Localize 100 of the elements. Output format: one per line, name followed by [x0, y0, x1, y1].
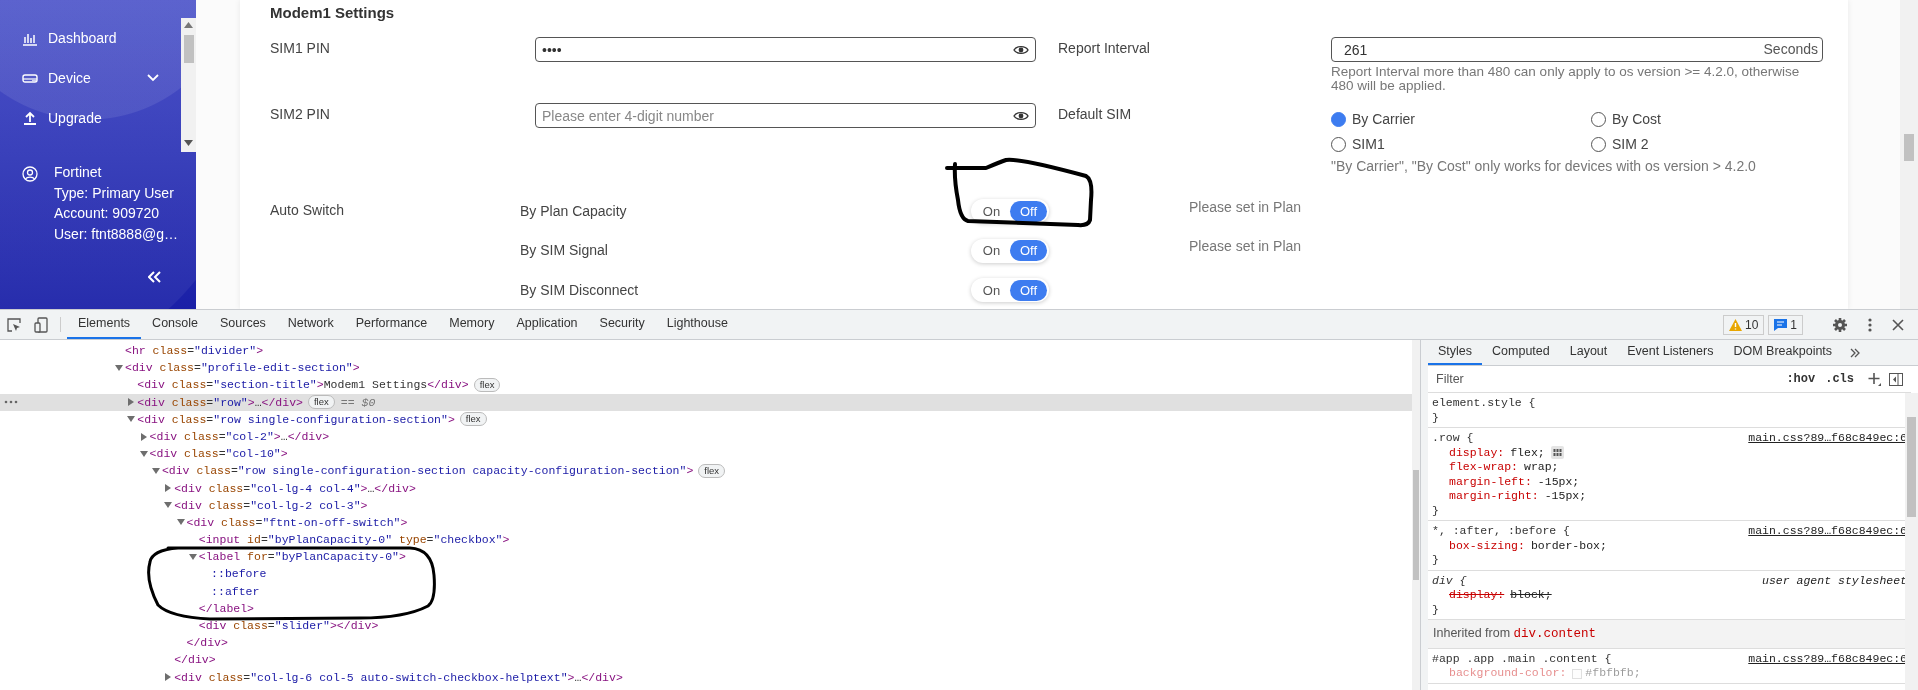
flex-badge[interactable]: flex: [308, 395, 335, 410]
collapsed-triangle-icon[interactable]: [138, 432, 149, 441]
dom-node[interactable]: <div class="row">…</div>: [137, 393, 303, 411]
on-off-toggle[interactable]: On Off: [971, 278, 1049, 302]
devtools-tab[interactable]: Lighthouse: [655, 310, 739, 339]
sidebar-item[interactable]: Device: [0, 58, 180, 98]
expanded-triangle-icon[interactable]: [163, 501, 174, 510]
sidebar-item[interactable]: Upgrade: [0, 98, 180, 138]
cls-button[interactable]: .cls: [1820, 370, 1859, 388]
css-property-value[interactable]: border-box;: [1530, 538, 1607, 553]
eye-icon[interactable]: [1013, 109, 1029, 123]
css-property-name[interactable]: margin-right:: [1449, 489, 1539, 504]
source-link[interactable]: main.css?89…f68c849ec:6: [1748, 651, 1907, 667]
source-link[interactable]: main.css?89…f68c849ec:6: [1748, 524, 1907, 539]
dom-node[interactable]: <div class="col-10">: [149, 445, 288, 463]
scrollbar-thumb[interactable]: [184, 35, 194, 63]
dom-node[interactable]: <div class="row single-configuration-section capacity-configuration-section">: [161, 462, 694, 480]
closing-tag[interactable]: </div>: [174, 651, 216, 669]
flex-badge[interactable]: flex: [459, 412, 487, 427]
color-swatch[interactable]: [1572, 668, 1583, 679]
devtools-tab[interactable]: Console: [141, 310, 209, 339]
on-off-toggle[interactable]: On Off: [971, 238, 1049, 263]
flexbox-editor-icon[interactable]: [1550, 446, 1564, 460]
dom-node[interactable]: <div class="col-2">…</div>: [149, 427, 330, 446]
close-icon[interactable]: [1892, 318, 1904, 331]
dom-node[interactable]: <hr class="divider">: [125, 342, 264, 360]
more-icon[interactable]: [4, 400, 18, 405]
scrollbar-thumb[interactable]: [1413, 470, 1419, 580]
radio-label[interactable]: SIM1: [1352, 134, 1385, 155]
css-property-name[interactable]: flex-wrap:: [1449, 460, 1518, 475]
more-options-icon[interactable]: [1868, 317, 1872, 332]
sidebar-item[interactable]: Dashboard: [0, 18, 180, 58]
more-tabs-icon[interactable]: [1850, 347, 1861, 358]
scrollbar-thumb[interactable]: [1904, 134, 1914, 161]
flex-badge[interactable]: flex: [698, 463, 726, 478]
warnings-button[interactable]: 10: [1722, 314, 1765, 335]
expanded-triangle-icon[interactable]: [138, 449, 149, 458]
scrollbar-thumb[interactable]: [1907, 417, 1916, 517]
css-property-name[interactable]: margin-left:: [1449, 474, 1532, 489]
styles-tab[interactable]: Computed: [1482, 340, 1560, 365]
pin-field[interactable]: Please enter 4-digit number: [535, 103, 1036, 128]
on-off-toggle[interactable]: On Off: [971, 199, 1049, 223]
css-property-value[interactable]: wrap;: [1524, 460, 1559, 475]
styles-tab[interactable]: Layout: [1559, 340, 1618, 365]
css-property-value[interactable]: -15px;: [1544, 489, 1587, 504]
dom-node[interactable]: <label for="byPlanCapacity-0">: [198, 548, 406, 566]
devtools-tab[interactable]: Memory: [438, 310, 506, 339]
devtools-tab[interactable]: Performance: [344, 310, 439, 339]
hov-button[interactable]: :hov: [1781, 370, 1821, 388]
collapse-icon[interactable]: [148, 270, 161, 283]
closing-tag[interactable]: </label>: [198, 599, 254, 617]
dom-node[interactable]: <div class="col-lg-4 col-4">…</div>: [174, 479, 416, 497]
dom-node[interactable]: <div class="profile-edit-section">: [125, 359, 360, 377]
styles-tab[interactable]: Event Listeners: [1617, 340, 1724, 365]
expanded-triangle-icon[interactable]: [187, 552, 198, 561]
pseudo-element[interactable]: ::before: [211, 565, 267, 583]
dom-node[interactable]: <div class="section-title">Modem1 Settings</div>: [137, 376, 469, 394]
device-toolbar-icon[interactable]: [34, 316, 48, 333]
expanded-triangle-icon[interactable]: [126, 415, 137, 424]
scrollbar[interactable]: [1905, 393, 1918, 690]
closing-tag[interactable]: </div>: [186, 634, 228, 652]
radio-label[interactable]: By Cost: [1612, 109, 1661, 130]
source-link[interactable]: main.css?89…f68c849ec:6: [1748, 431, 1907, 446]
devtools-tab[interactable]: Network: [276, 310, 345, 339]
scroll-up-icon[interactable]: [184, 22, 193, 28]
inspect-icon[interactable]: [6, 316, 22, 333]
radio-label[interactable]: SIM 2: [1612, 134, 1649, 155]
messages-button[interactable]: 1: [1768, 314, 1803, 335]
radio-button[interactable]: [1331, 112, 1346, 127]
devtools-tab[interactable]: Sources: [209, 310, 277, 339]
toggle-sidebar-icon[interactable]: [1889, 372, 1903, 386]
css-property-value[interactable]: block;: [1510, 588, 1552, 603]
scrollbar[interactable]: [1412, 340, 1420, 690]
scrollbar[interactable]: [1900, 0, 1918, 309]
dom-node[interactable]: <div class="slider"></div>: [198, 617, 379, 635]
radio-label[interactable]: By Carrier: [1352, 109, 1415, 130]
css-property-name[interactable]: display:: [1449, 445, 1505, 460]
devtools-tab[interactable]: Application: [505, 310, 589, 339]
settings-icon[interactable]: [1832, 316, 1848, 333]
scrollbar[interactable]: [181, 18, 196, 152]
scroll-down-icon[interactable]: [184, 140, 193, 146]
dom-node[interactable]: <div class="ftnt-on-off-switch">: [186, 513, 408, 532]
css-property-value[interactable]: -15px;: [1537, 474, 1580, 489]
expanded-triangle-icon[interactable]: [175, 518, 186, 527]
devtools-tab[interactable]: Security: [588, 310, 656, 339]
styles-tab[interactable]: DOM Breakpoints: [1723, 340, 1843, 365]
add-icon[interactable]: [1867, 372, 1881, 386]
dom-node[interactable]: <input id="byPlanCapacity-0" type="checkbox">: [198, 531, 510, 549]
pin-field[interactable]: ••••: [535, 37, 1036, 62]
expanded-triangle-icon[interactable]: [114, 363, 124, 372]
styles-tab[interactable]: Styles: [1428, 340, 1483, 365]
pseudo-element[interactable]: ::after: [211, 582, 260, 600]
eye-icon[interactable]: [1013, 43, 1029, 57]
dom-node[interactable]: <div class="row single-configuration-section">: [137, 410, 455, 428]
expanded-triangle-icon[interactable]: [150, 466, 161, 475]
css-property-name[interactable]: display:: [1449, 588, 1505, 603]
css-property-value[interactable]: flex;: [1510, 445, 1545, 460]
dom-node[interactable]: <div class="col-lg-2 col-3">: [174, 496, 368, 514]
css-property-name[interactable]: box-sizing:: [1449, 538, 1525, 553]
dom-node[interactable]: <div class="col-lg-6 col-5 auto-switch-checkbox-helptext">…</div>: [174, 668, 623, 686]
